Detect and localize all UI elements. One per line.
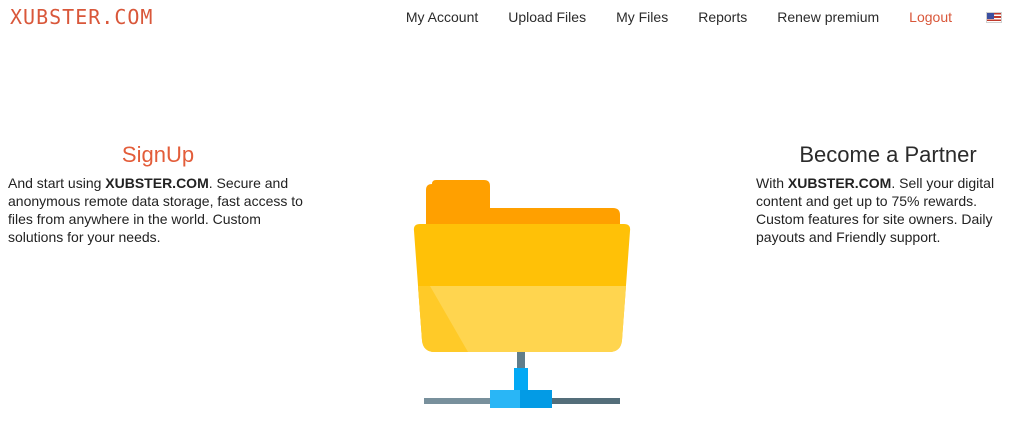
us-flag-icon[interactable] [986,11,1002,23]
page: XUBSTER.COM My Account Upload Files My F… [0,0,1024,427]
network-folder-icon [413,180,631,408]
network-cable-left [424,398,494,404]
network-stem [517,352,525,370]
flag-canton [987,12,994,19]
network-connector-right [520,390,552,408]
partner-title[interactable]: Become a Partner [756,142,1020,168]
site-logo[interactable]: XUBSTER.COM [10,6,153,28]
nav-my-files[interactable]: My Files [616,8,668,26]
signup-description: And start using XUBSTER.COM. Secure and … [8,174,308,246]
network-cable-right [550,398,620,404]
nav-my-account[interactable]: My Account [406,8,478,26]
nav-reports[interactable]: Reports [698,8,747,26]
signup-brand: XUBSTER.COM [105,175,209,191]
partner-text-prefix: With [756,175,788,191]
partner-section: Become a Partner With XUBSTER.COM. Sell … [756,142,1020,246]
signup-title[interactable]: SignUp [8,142,308,168]
nav-logout[interactable]: Logout [909,8,952,26]
nav-renew-premium[interactable]: Renew premium [777,8,879,26]
signup-section: SignUp And start using XUBSTER.COM. Secu… [8,142,308,246]
network-connector-left [490,390,522,408]
partner-brand: XUBSTER.COM [787,175,892,191]
signup-text-prefix: And start using [8,175,106,191]
partner-description: With XUBSTER.COM. Sell your digital cont… [756,174,1020,246]
network-connector-neck [514,368,528,392]
nav-upload-files[interactable]: Upload Files [508,8,586,26]
top-nav: My Account Upload Files My Files Reports… [376,8,1002,26]
